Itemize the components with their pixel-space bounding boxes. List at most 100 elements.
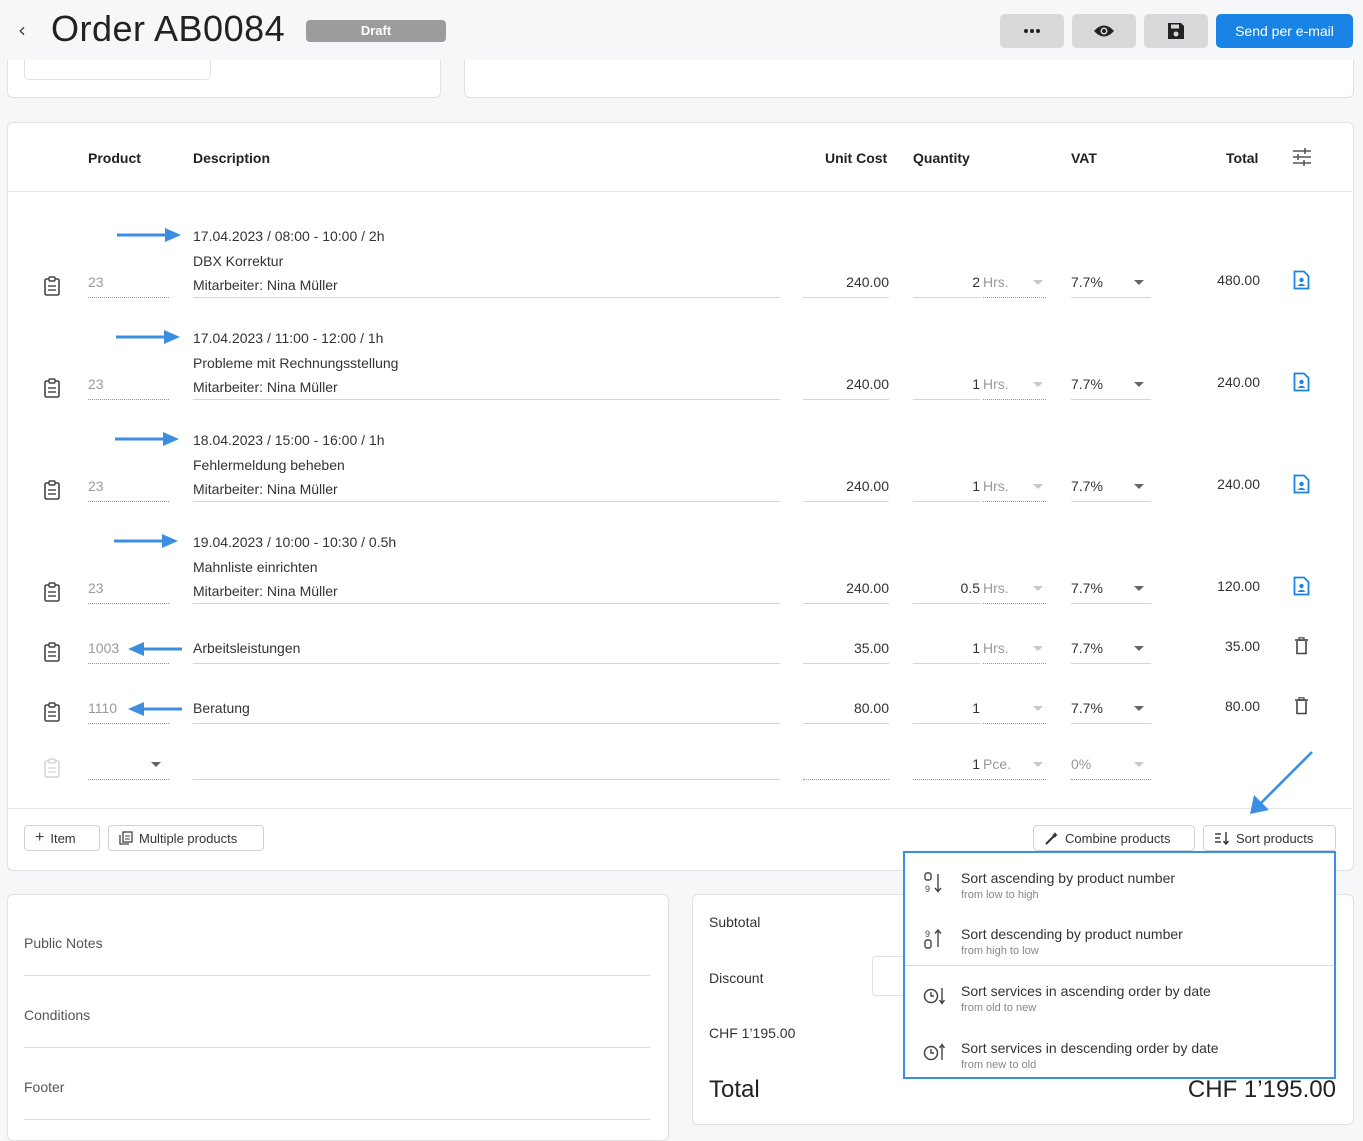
document-person-icon[interactable] xyxy=(1293,372,1310,392)
quantity[interactable]: 1 xyxy=(913,478,980,494)
unit-cost[interactable]: 240.00 xyxy=(803,478,889,494)
footer-field[interactable] xyxy=(24,1119,651,1120)
line-total: 120.00 xyxy=(1217,578,1260,594)
service-employee: Mitarbeiter: Nina Müller xyxy=(193,379,338,395)
footer-label[interactable]: Footer xyxy=(24,1079,64,1095)
add-item-label: Item xyxy=(50,830,76,846)
document-person-icon[interactable] xyxy=(1293,576,1310,596)
vat-rate[interactable]: 7.7% xyxy=(1071,580,1103,596)
quantity[interactable]: 0.5 xyxy=(913,580,980,596)
quantity[interactable]: 1 xyxy=(913,700,980,716)
unit-cost[interactable]: 35.00 xyxy=(803,640,889,656)
vat-caret-icon[interactable] xyxy=(1134,762,1144,767)
description-field[interactable] xyxy=(193,501,780,502)
column-header-unit-cost: Unit Cost xyxy=(825,150,888,166)
page-title: Order AB0084 xyxy=(51,8,286,49)
description-text: Beratung xyxy=(193,700,250,716)
trash-icon[interactable] xyxy=(1294,697,1309,715)
vat-caret-icon[interactable] xyxy=(1134,382,1144,387)
unit-underline xyxy=(983,723,1046,724)
clipboard-icon[interactable] xyxy=(43,276,61,296)
quantity[interactable]: 1 xyxy=(913,640,980,656)
product-select[interactable] xyxy=(88,779,169,780)
multiple-products-button[interactable]: Multiple products xyxy=(108,825,264,851)
description-field[interactable] xyxy=(193,779,780,780)
product-number[interactable]: 1110 xyxy=(88,700,117,716)
preview-button[interactable] xyxy=(1072,14,1136,48)
unit-caret-icon[interactable] xyxy=(1033,484,1043,489)
vat-rate[interactable]: 7.7% xyxy=(1071,700,1103,716)
product-number[interactable]: 23 xyxy=(88,478,104,494)
description-field[interactable] xyxy=(193,297,780,298)
vat-caret-icon[interactable] xyxy=(1134,484,1144,489)
vat-rate[interactable]: 7.7% xyxy=(1071,478,1103,494)
vat-rate[interactable]: 7.7% xyxy=(1071,376,1103,392)
vat-underline xyxy=(1071,779,1151,780)
service-date: 19.04.2023 / 10:00 - 10:30 / 0.5h xyxy=(193,534,397,550)
unit-cost[interactable]: 80.00 xyxy=(803,700,889,716)
qty-underline xyxy=(913,297,980,298)
add-item-button[interactable]: + Item xyxy=(24,825,100,851)
send-email-button[interactable]: Send per e-mail xyxy=(1216,14,1353,48)
description-field[interactable] xyxy=(193,603,780,604)
conditions-label[interactable]: Conditions xyxy=(24,1007,90,1023)
document-person-icon[interactable] xyxy=(1293,270,1310,290)
description-field[interactable] xyxy=(193,399,780,400)
vat-rate[interactable]: 0% xyxy=(1071,756,1091,772)
unit-underline xyxy=(983,297,1046,298)
description-field[interactable] xyxy=(193,723,780,724)
unit-cost-field[interactable] xyxy=(803,779,889,780)
unit-caret-icon[interactable] xyxy=(1033,280,1043,285)
vat-caret-icon[interactable] xyxy=(1134,586,1144,591)
clipboard-icon[interactable] xyxy=(43,702,61,722)
description-field[interactable] xyxy=(193,663,780,664)
clipboard-icon[interactable] xyxy=(43,642,61,662)
sort-asc-product-number[interactable]: 9 Sort ascending by product number from … xyxy=(905,857,1334,913)
clipboard-icon[interactable] xyxy=(43,480,61,500)
column-header-vat: VAT xyxy=(1071,150,1097,166)
customer-select[interactable] xyxy=(24,60,211,80)
unit-caret-icon[interactable] xyxy=(1033,382,1043,387)
public-notes-field[interactable] xyxy=(24,975,651,976)
unit-cost[interactable]: 240.00 xyxy=(803,580,889,596)
sort-services-desc-date[interactable]: Sort services in descending order by dat… xyxy=(905,1027,1334,1083)
clipboard-icon[interactable] xyxy=(43,378,61,398)
more-button[interactable] xyxy=(1000,14,1064,48)
conditions-field[interactable] xyxy=(24,1047,651,1048)
public-notes-label[interactable]: Public Notes xyxy=(24,935,103,951)
vat-caret-icon[interactable] xyxy=(1134,706,1144,711)
product-select-caret-icon[interactable] xyxy=(151,762,161,767)
vat-rate[interactable]: 7.7% xyxy=(1071,640,1103,656)
sort-desc-product-number[interactable]: 9 Sort descending by product number from… xyxy=(905,913,1334,969)
unit-cost[interactable]: 240.00 xyxy=(803,376,889,392)
service-employee: Mitarbeiter: Nina Müller xyxy=(193,583,338,599)
unit-cost[interactable]: 240.00 xyxy=(803,274,889,290)
combine-products-button[interactable]: Combine products xyxy=(1033,825,1195,851)
sort-services-asc-date[interactable]: Sort services in ascending order by date… xyxy=(905,970,1334,1026)
product-number[interactable]: 23 xyxy=(88,580,104,596)
product-number[interactable]: 23 xyxy=(88,274,104,290)
unit-caret-icon[interactable] xyxy=(1033,706,1043,711)
product-number[interactable]: 1003 xyxy=(88,640,119,656)
back-chevron-icon[interactable]: ‹ xyxy=(18,18,26,42)
save-button[interactable] xyxy=(1144,14,1208,48)
vat-rate[interactable]: 7.7% xyxy=(1071,274,1103,290)
vat-caret-icon[interactable] xyxy=(1134,280,1144,285)
vat-amount-line: CHF 1’195.00 xyxy=(709,1025,796,1041)
vat-underline xyxy=(1071,663,1151,664)
sort-products-button[interactable]: Sort products xyxy=(1203,825,1336,851)
quantity[interactable]: 2 xyxy=(913,274,980,290)
quantity[interactable]: 1 xyxy=(913,376,980,392)
product-number[interactable]: 23 xyxy=(88,376,104,392)
unit-caret-icon[interactable] xyxy=(1033,586,1043,591)
unit-caret-icon[interactable] xyxy=(1033,646,1043,651)
qty-underline xyxy=(913,663,980,664)
unit-caret-icon[interactable] xyxy=(1033,762,1043,767)
clipboard-icon[interactable] xyxy=(43,582,61,602)
vat-caret-icon[interactable] xyxy=(1134,646,1144,651)
column-settings-icon[interactable] xyxy=(1292,147,1312,167)
trash-icon[interactable] xyxy=(1294,637,1309,655)
quantity[interactable]: 1 xyxy=(913,756,980,772)
document-person-icon[interactable] xyxy=(1293,474,1310,494)
qty-underline xyxy=(913,723,980,724)
